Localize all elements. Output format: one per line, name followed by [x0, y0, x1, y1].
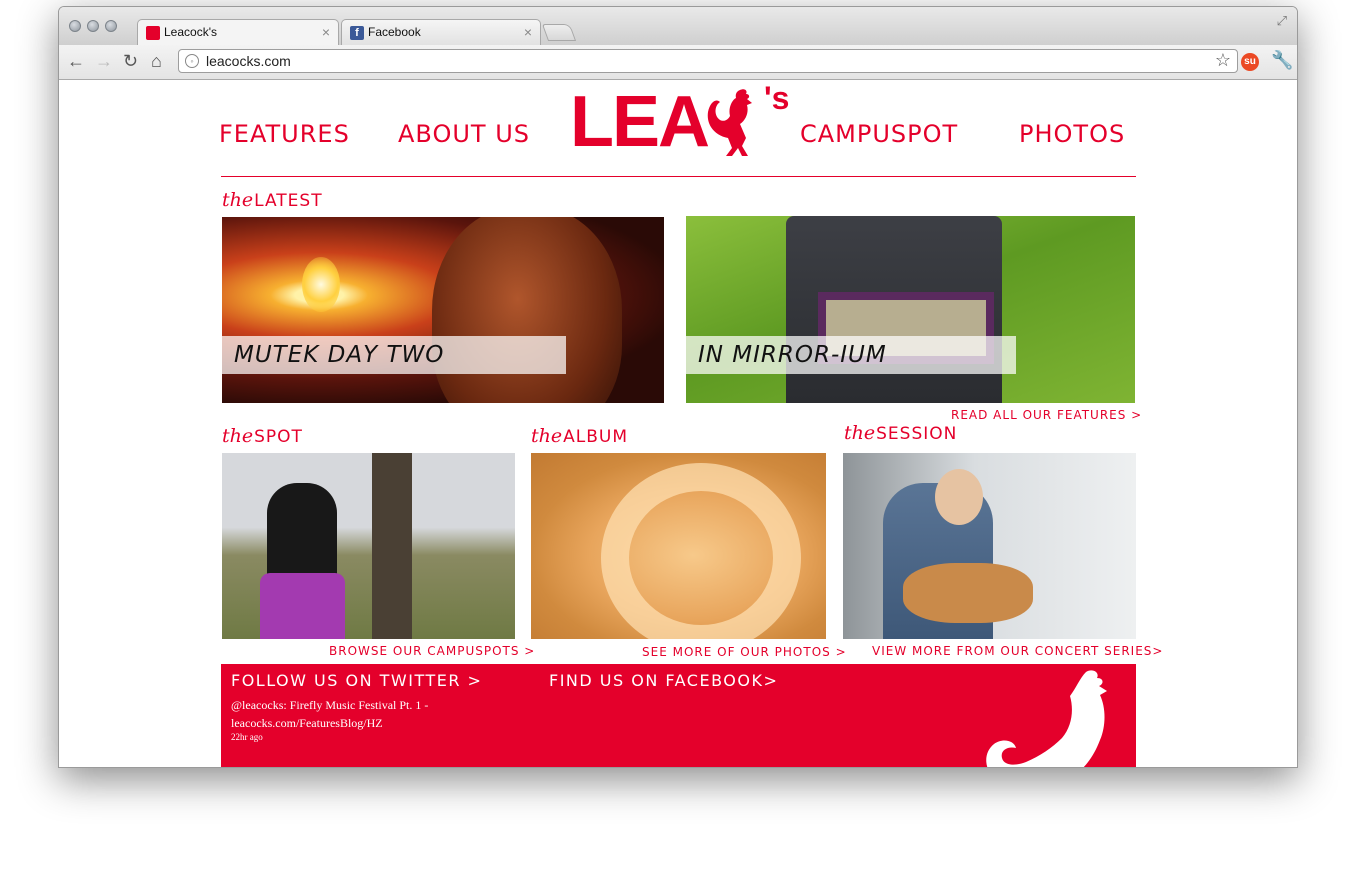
twitter-heading-link[interactable]: FOLLOW US ON TWITTER >: [231, 671, 482, 690]
rooster-icon: [986, 670, 1107, 767]
nav-campuspot[interactable]: CAMPUSPOT: [800, 120, 958, 148]
tab-title: Leacock's: [164, 25, 217, 39]
facebook-favicon-icon: f: [350, 26, 364, 40]
window-controls: [69, 19, 123, 37]
minimize-window-button[interactable]: [87, 20, 99, 32]
site-logo[interactable]: LEA 's: [570, 80, 792, 162]
logo-text: LEA: [570, 82, 710, 162]
feature-caption[interactable]: MUTEK DAY TWO: [222, 336, 566, 374]
guitar-shape: [903, 563, 1033, 623]
face-shape: [935, 469, 983, 525]
section-label: SESSION: [876, 424, 958, 444]
section-title-latest: theLATEST: [222, 189, 323, 211]
close-window-button[interactable]: [69, 20, 81, 32]
footer-bar: FOLLOW US ON TWITTER > FIND US ON FACEBO…: [221, 664, 1136, 767]
lightbulb-icon: [302, 257, 340, 312]
nav-about-us[interactable]: ABOUT US: [398, 120, 530, 148]
nav-photos[interactable]: PHOTOS: [1019, 120, 1125, 148]
stumbleupon-icon[interactable]: su: [1241, 53, 1259, 71]
browse-campuspots-link[interactable]: BROWSE OUR CAMPUSPOTS >: [329, 644, 535, 658]
portrait-shape: [432, 217, 622, 403]
person-skirt-shape: [260, 573, 345, 639]
fullscreen-icon[interactable]: ⤢: [1277, 13, 1287, 29]
tweet-time: 22hr ago: [231, 732, 263, 742]
see-more-photos-link[interactable]: SEE MORE OF OUR PHOTOS >: [642, 645, 847, 659]
address-bar[interactable]: ◦ leacocks.com ☆: [178, 49, 1238, 73]
reload-icon[interactable]: ↻: [123, 51, 138, 72]
concert-series-link[interactable]: VIEW MORE FROM OUR CONCERT SERIES>: [872, 644, 1163, 658]
person-top-shape: [267, 483, 337, 583]
read-all-features-link[interactable]: READ ALL OUR FEATURES >: [951, 408, 1142, 422]
facebook-heading-link[interactable]: FIND US ON FACEBOOK>: [549, 671, 778, 690]
section-label: LATEST: [254, 191, 323, 211]
zoom-window-button[interactable]: [105, 20, 117, 32]
section-title-album: theALBUM: [531, 425, 628, 447]
feature-image-mutek[interactable]: MUTEK DAY TWO: [222, 217, 664, 403]
tree-trunk-shape: [372, 453, 412, 639]
rooster-icon: [707, 89, 752, 156]
section-label: SPOT: [254, 427, 303, 447]
title-bar: Leacock's × f Facebook × ⤢: [59, 7, 1297, 45]
tab-title: Facebook: [368, 25, 421, 39]
feature-caption[interactable]: IN MIRROR-IUM: [686, 336, 1016, 374]
browser-window: Leacock's × f Facebook × ⤢ ← → ↻ ⌂ ◦ lea…: [58, 6, 1298, 768]
forward-icon[interactable]: →: [95, 51, 113, 72]
header-divider: [221, 176, 1136, 177]
section-prefix: the: [531, 425, 563, 447]
star-icon[interactable]: ☆: [1215, 50, 1231, 71]
feature-image-mirror[interactable]: IN MIRROR-IUM: [686, 216, 1135, 403]
home-icon[interactable]: ⌂: [151, 51, 162, 72]
globe-icon: ◦: [185, 54, 199, 68]
section-title-session: theSESSION: [844, 422, 957, 444]
browser-toolbar: ← → ↻ ⌂ ◦ leacocks.com ☆ su 🔧: [59, 45, 1297, 80]
back-icon[interactable]: ←: [67, 51, 85, 72]
section-title-spot: theSPOT: [222, 425, 303, 447]
leacocks-favicon-icon: [146, 26, 160, 40]
close-tab-icon[interactable]: ×: [322, 24, 330, 40]
tab-leacocks[interactable]: Leacock's ×: [137, 19, 339, 45]
section-prefix: the: [222, 189, 254, 211]
close-tab-icon[interactable]: ×: [524, 24, 532, 40]
logo-suffix: 's: [764, 80, 790, 116]
tweet-text[interactable]: @leacocks: Firefly Music Festival Pt. 1 …: [231, 696, 511, 732]
section-prefix: the: [222, 425, 254, 447]
wrench-icon[interactable]: 🔧: [1271, 50, 1293, 71]
nav-features[interactable]: FEATURES: [219, 120, 350, 148]
section-prefix: the: [844, 422, 876, 444]
url-text: leacocks.com: [206, 53, 291, 69]
session-image[interactable]: [843, 453, 1136, 639]
album-swirl-shape: [601, 463, 801, 639]
spot-image[interactable]: [222, 453, 515, 639]
album-image[interactable]: [531, 453, 826, 639]
new-tab-button[interactable]: [541, 24, 577, 41]
section-label: ALBUM: [563, 427, 628, 447]
tab-facebook[interactable]: f Facebook ×: [341, 19, 541, 45]
page-content: FEATURES ABOUT US CAMPUSPOT PHOTOS LEA '…: [59, 80, 1297, 767]
